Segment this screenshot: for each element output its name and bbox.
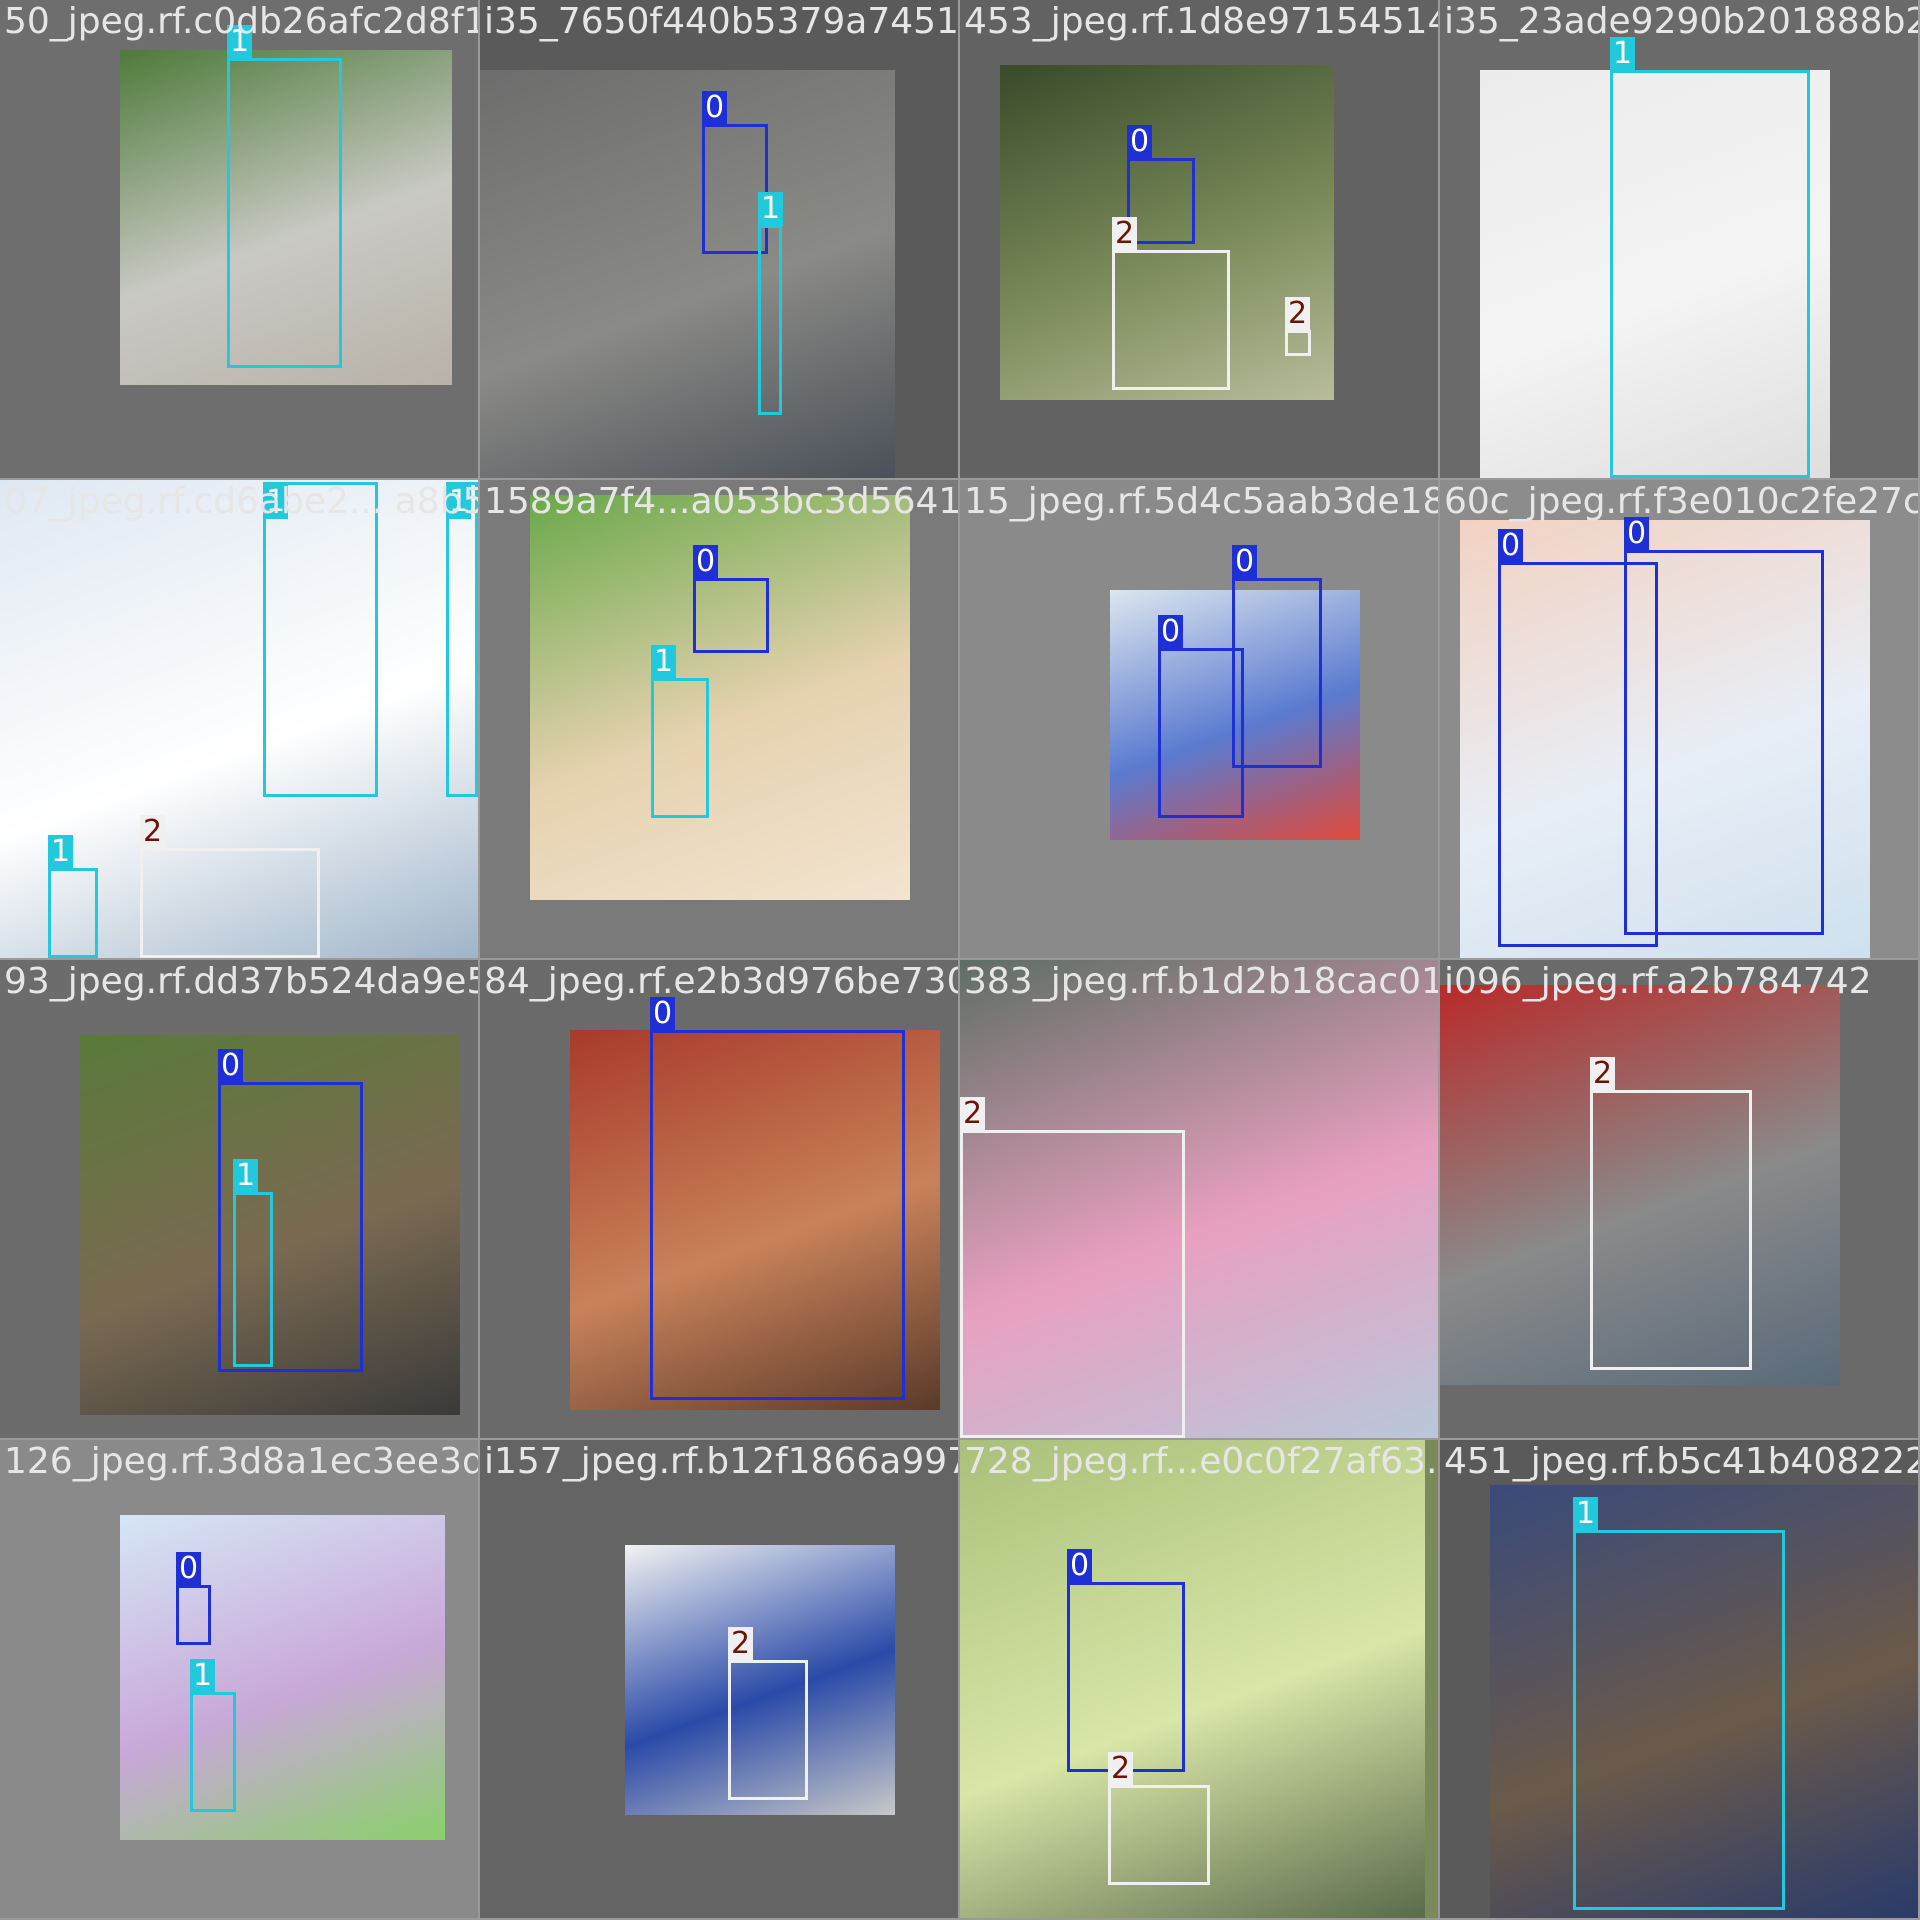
bbox-class-1: 1 (233, 1159, 273, 1367)
bbox-label: 1 (1573, 1497, 1599, 1531)
bbox-label: 2 (1590, 1057, 1616, 1091)
bbox-label: 0 (1232, 545, 1258, 579)
bbox-label: 0 (176, 1552, 202, 1586)
bbox-label: 1 (651, 645, 677, 679)
bbox-label: 0 (1067, 1549, 1093, 1583)
bbox-class-1: 1 (227, 25, 342, 368)
tile-filename: 60c_jpeg.rf.f3e010c2fe27cbf (1444, 481, 1920, 522)
bbox-class-1: 1 (1610, 37, 1810, 478)
bbox-label: 1 (446, 485, 472, 519)
bbox-class-1: 1 (651, 645, 709, 818)
bbox-class-1: 1 (48, 835, 98, 958)
bbox-label: 0 (702, 91, 728, 125)
tile-filename: i35_7650f440b5379a7451245380... (484, 1, 959, 42)
mosaic-tile: 50_jpeg.rf.c0db26afc2d8f1dd...1 (0, 0, 480, 480)
bbox-class-1: 1 (446, 482, 478, 797)
bbox-class-0: 0 (1067, 1549, 1185, 1772)
bbox-label: 2 (140, 815, 166, 849)
bbox-label: 2 (1285, 297, 1311, 331)
mosaic-tile: 453_jpeg.rf.1d8e971545149c... 0 2 2 (960, 0, 1440, 480)
bbox-class-2: 2 (1112, 217, 1230, 390)
bbox-label: 0 (693, 545, 719, 579)
bbox-label: 1 (48, 835, 74, 869)
bbox-class-2: 2 (140, 815, 320, 958)
bbox-class-0: 0 (650, 997, 905, 1400)
bbox-class-2: 2 (960, 1097, 1185, 1438)
bbox-class-2: 2 (1108, 1752, 1210, 1885)
bbox-class-1: 1 (1573, 1497, 1785, 1910)
bbox-label: 2 (1112, 217, 1138, 251)
bbox-class-2: 2 (728, 1627, 808, 1800)
bbox-class-2: 2 (1590, 1057, 1752, 1370)
tile-filename: 84_jpeg.rf.e2b3d976be7305... (484, 961, 958, 1002)
bbox-label: 2 (960, 1097, 986, 1131)
bbox-class-2: 2 (1285, 297, 1311, 356)
mosaic-tile: 84_jpeg.rf.e2b3d976be7305...0 (480, 960, 960, 1440)
bbox-label: 0 (1498, 529, 1524, 563)
bbox-label: 1 (227, 25, 253, 59)
bbox-class-0: 0 (176, 1552, 211, 1645)
mosaic-tile: 93_jpeg.rf.dd37b524da9e50a4... 0 1 (0, 960, 480, 1440)
mosaic-tile: i35_7650f440b5379a7451245380... 0 1 (480, 0, 960, 480)
tile-filename: 126_jpeg.rf.3d8a1ec3ee3dc... (4, 1441, 480, 1482)
tile-filename: 453_jpeg.rf.1d8e971545149c... (964, 1, 1438, 42)
bbox-label: 0 (218, 1049, 244, 1083)
bbox-label: 0 (1624, 517, 1650, 551)
tile-filename: 15_jpeg.rf.5d4c5aab3de189b5 (964, 481, 1438, 522)
tile-photo (480, 70, 895, 478)
bbox-label: 0 (1158, 615, 1184, 649)
mosaic-tile: 15_jpeg.rf.5d4c5aab3de189b5 0 0 (960, 480, 1440, 960)
mosaic-tile: 60c_jpeg.rf.f3e010c2fe27cbf 0 0 (1440, 480, 1920, 960)
bbox-class-1: 1 (263, 482, 378, 797)
bbox-label: 2 (728, 1627, 754, 1661)
bbox-class-0: 0 (1127, 125, 1195, 244)
mosaic-root: { "tiles": [ {"filename":"50_jpeg.rf.c0d… (0, 0, 1920, 1920)
mosaic-tile: 1589a7f4...a053bc3d56410 0 1 (480, 480, 960, 960)
mosaic-tile: 126_jpeg.rf.3d8a1ec3ee3dc... 0 1 (0, 1440, 480, 1920)
bbox-class-0: 0 (1158, 615, 1244, 818)
bbox-class-1: 1 (758, 192, 784, 415)
bbox-label: 1 (1610, 37, 1636, 71)
tile-filename: i157_jpeg.rf.b12f1866a997c57... (484, 1441, 958, 1482)
mosaic-tile: i35_23ade9290b201888b21a81 (1440, 0, 1920, 480)
mosaic-tile: 383_jpeg.rf.b1d2b18cac0143...2 (960, 960, 1440, 1440)
tile-filename: 451_jpeg.rf.b5c41b408222 (1444, 1441, 1920, 1482)
bbox-class-0: 0 (693, 545, 769, 653)
tile-filename: i35_23ade9290b201888b21a8 (1444, 1, 1918, 42)
mosaic-tile: i096_jpeg.rf.a2b784742 2 (1440, 960, 1920, 1440)
bbox-label: 0 (1127, 125, 1153, 159)
tile-photo (530, 495, 910, 900)
bbox-label: 1 (263, 485, 289, 519)
tile-filename: 93_jpeg.rf.dd37b524da9e50a4... (4, 961, 478, 1002)
bbox-label: 1 (190, 1659, 216, 1693)
mosaic-tile: i157_jpeg.rf.b12f1866a997c57... 2 (480, 1440, 960, 1920)
bbox-label: 2 (1108, 1752, 1134, 1786)
mosaic-tile: 07_jpeg.rf.cd6abe2... a8b5a 1 1 1 2 (0, 480, 480, 960)
tile-photo (120, 1515, 445, 1840)
bbox-class-0: 0 (1232, 545, 1322, 768)
bbox-label: 1 (233, 1159, 259, 1193)
bbox-class-1: 1 (190, 1659, 236, 1812)
mosaic-tile: 728_jpeg.rf...e0c0f27af63... 0 2 (960, 1440, 1440, 1920)
bbox-class-0: 0 (1624, 517, 1824, 935)
bbox-label: 1 (758, 192, 784, 226)
bbox-label: 0 (650, 997, 676, 1031)
mosaic-tile: 451_jpeg.rf.b5c41b408222 1 (1440, 1440, 1920, 1920)
